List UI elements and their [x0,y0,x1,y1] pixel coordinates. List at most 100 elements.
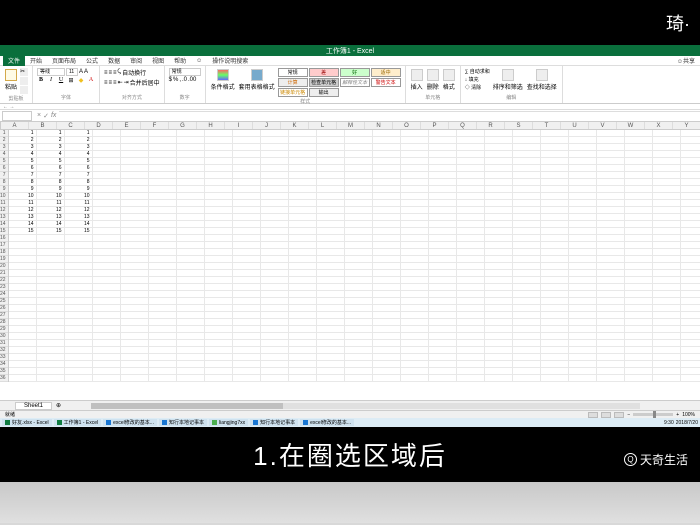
cell[interactable] [569,130,597,137]
cell[interactable] [37,284,65,291]
cell[interactable] [429,375,457,382]
row-header[interactable]: 22 [0,277,8,284]
cell[interactable]: 14 [65,221,93,228]
cell[interactable] [345,319,373,326]
delete-cells-button[interactable]: 删除 [426,68,440,93]
cell[interactable] [149,207,177,214]
cell[interactable] [177,172,205,179]
cell[interactable] [569,256,597,263]
cell[interactable] [625,298,653,305]
cell[interactable] [121,242,149,249]
cell[interactable] [541,291,569,298]
cell[interactable] [345,361,373,368]
cell[interactable] [289,144,317,151]
cell[interactable] [177,144,205,151]
cell[interactable] [289,179,317,186]
cell[interactable] [373,151,401,158]
cell[interactable]: 3 [65,144,93,151]
cell[interactable] [513,270,541,277]
cell[interactable] [93,319,121,326]
cell[interactable] [513,347,541,354]
cell[interactable] [317,228,345,235]
format-painter-icon[interactable] [20,86,28,94]
cell[interactable] [569,347,597,354]
cell[interactable] [485,228,513,235]
cell[interactable] [261,375,289,382]
cell[interactable] [373,319,401,326]
cell[interactable] [261,214,289,221]
cell[interactable] [457,277,485,284]
cell[interactable] [317,137,345,144]
cell[interactable] [289,228,317,235]
h-scrollbar[interactable] [91,403,640,409]
cell[interactable] [177,235,205,242]
cell[interactable] [289,305,317,312]
cell[interactable] [569,263,597,270]
cell[interactable] [233,319,261,326]
cell[interactable] [317,340,345,347]
cell[interactable] [65,333,93,340]
cell[interactable] [597,347,625,354]
cell[interactable] [345,242,373,249]
cell[interactable] [653,249,681,256]
cell[interactable] [93,242,121,249]
cell[interactable] [485,270,513,277]
cell[interactable] [625,151,653,158]
cell[interactable] [261,151,289,158]
cell[interactable] [625,305,653,312]
copy-icon[interactable] [20,77,28,85]
cell[interactable] [625,228,653,235]
cell[interactable]: 1 [9,130,37,137]
cell[interactable] [121,305,149,312]
cell[interactable] [233,144,261,151]
cell[interactable] [289,347,317,354]
cell[interactable] [205,256,233,263]
cell[interactable] [205,221,233,228]
cell[interactable] [149,298,177,305]
cell[interactable] [401,361,429,368]
cell[interactable] [317,312,345,319]
cell[interactable] [261,144,289,151]
cell[interactable]: 3 [9,144,37,151]
cell[interactable] [317,277,345,284]
cell[interactable] [485,319,513,326]
cell[interactable] [597,256,625,263]
cell[interactable] [177,277,205,284]
cell[interactable] [541,277,569,284]
cell[interactable]: 13 [65,214,93,221]
cell[interactable] [597,228,625,235]
cell[interactable]: 5 [9,158,37,165]
cell[interactable] [205,165,233,172]
cell[interactable] [149,214,177,221]
cell[interactable] [233,165,261,172]
cell[interactable] [177,284,205,291]
cell[interactable] [65,277,93,284]
font-size-select[interactable]: 11 [66,68,78,76]
cell[interactable] [345,284,373,291]
cell[interactable] [541,263,569,270]
cell[interactable] [429,291,457,298]
column-header[interactable]: E [113,122,141,129]
cell[interactable] [177,298,205,305]
column-header[interactable]: T [533,122,561,129]
cell[interactable] [261,207,289,214]
table-format-button[interactable]: 套用表格格式 [238,68,276,97]
cell[interactable] [177,249,205,256]
cell[interactable] [457,326,485,333]
cell[interactable] [541,144,569,151]
cell[interactable] [177,186,205,193]
cell[interactable] [401,214,429,221]
merge-button[interactable]: 合并后居中 [130,78,160,87]
cell[interactable] [681,151,700,158]
cell[interactable] [625,193,653,200]
cell[interactable] [345,298,373,305]
cell[interactable] [65,312,93,319]
column-header[interactable]: K [281,122,309,129]
row-header[interactable]: 17 [0,242,8,249]
cell[interactable] [373,361,401,368]
cell[interactable] [289,207,317,214]
cell[interactable] [597,144,625,151]
align-center-icon[interactable]: ≡ [109,80,113,86]
cell[interactable] [625,172,653,179]
cell[interactable] [457,298,485,305]
